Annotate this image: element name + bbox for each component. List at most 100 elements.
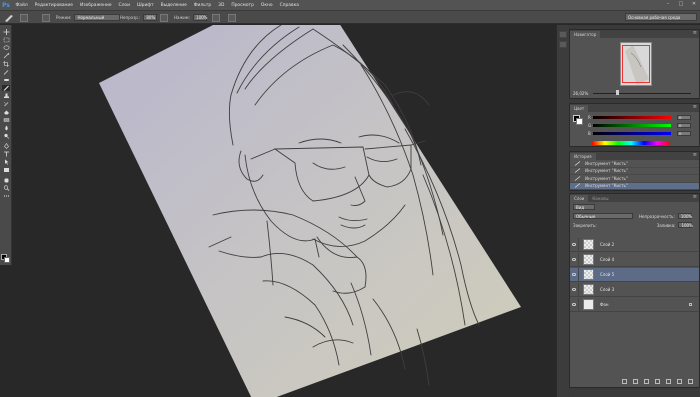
channel-g-input[interactable]: 0 bbox=[677, 123, 691, 128]
brush-tool[interactable] bbox=[2, 85, 10, 91]
airbrush-toggle[interactable] bbox=[212, 13, 220, 22]
dodge-tool[interactable] bbox=[2, 133, 10, 139]
shape-tool[interactable] bbox=[2, 167, 10, 173]
menu-item[interactable]: Окно bbox=[257, 3, 276, 8]
close-icon[interactable]: ✕ bbox=[691, 1, 697, 7]
maximize-icon[interactable]: □ bbox=[678, 1, 684, 7]
hand-tool[interactable] bbox=[2, 177, 10, 183]
pressure-opacity-toggle[interactable] bbox=[160, 13, 168, 22]
brush-preset-picker[interactable] bbox=[4, 14, 14, 22]
menu-item[interactable]: Шрифт bbox=[133, 3, 157, 8]
history-item[interactable]: Инструмент "Кисть" bbox=[570, 175, 699, 183]
eyedropper-tool[interactable] bbox=[2, 69, 10, 75]
fill-label: Заливка: bbox=[656, 222, 676, 228]
navigator-thumbnail[interactable] bbox=[620, 42, 652, 86]
opacity-input[interactable]: 80% bbox=[143, 14, 158, 21]
delete-layer-icon[interactable] bbox=[688, 379, 693, 384]
navigator-zoom-slider[interactable] bbox=[593, 93, 691, 94]
lasso-tool[interactable] bbox=[2, 45, 10, 51]
minimize-icon[interactable]: – bbox=[665, 1, 671, 7]
visibility-eye-icon[interactable] bbox=[570, 282, 579, 297]
panel-menu-icon[interactable]: ≡ bbox=[693, 105, 697, 110]
gradient-tool[interactable] bbox=[2, 117, 10, 123]
visibility-eye-icon[interactable] bbox=[570, 297, 579, 312]
tab-layers[interactable]: Слои bbox=[570, 195, 589, 202]
clone-stamp-tool[interactable] bbox=[2, 93, 10, 99]
menu-item[interactable]: 3D bbox=[215, 3, 228, 8]
flow-input[interactable]: 100% bbox=[193, 14, 207, 21]
brush-size-picker[interactable] bbox=[20, 13, 28, 22]
quick-select-tool[interactable] bbox=[2, 53, 10, 59]
workspace-select[interactable]: Основная рабочая среда bbox=[625, 13, 697, 21]
history-brush-tool[interactable] bbox=[2, 101, 10, 107]
color-channel-r: R 0 bbox=[588, 114, 700, 121]
brush-panel-toggle[interactable] bbox=[42, 13, 50, 22]
layer-kind-select[interactable]: Вид bbox=[573, 204, 595, 210]
history-item[interactable]: Инструмент "Кисть" bbox=[570, 168, 699, 175]
type-tool[interactable] bbox=[2, 151, 10, 157]
canvas-area[interactable] bbox=[13, 25, 556, 397]
more-tools[interactable] bbox=[2, 193, 10, 199]
layer-row[interactable]: Фон bbox=[570, 297, 699, 312]
pen-tool[interactable] bbox=[2, 143, 10, 149]
menu-item[interactable]: Файл bbox=[12, 3, 31, 8]
layer-row[interactable]: Слой 3 bbox=[570, 282, 699, 297]
visibility-eye-icon[interactable] bbox=[570, 267, 579, 282]
tab-color[interactable]: Цвет bbox=[570, 105, 589, 112]
panel-menu-icon[interactable]: ≡ bbox=[693, 195, 697, 200]
new-group-icon[interactable] bbox=[666, 379, 671, 384]
pressure-size-toggle[interactable] bbox=[228, 13, 236, 22]
menu-item[interactable]: Редактирование bbox=[31, 3, 76, 8]
menu-item[interactable]: Слои bbox=[115, 3, 133, 8]
background-color-swatch[interactable] bbox=[4, 257, 10, 263]
panel-menu-icon[interactable]: ≡ bbox=[693, 153, 697, 158]
crop-tool[interactable] bbox=[2, 61, 10, 67]
channel-b-input[interactable]: 0 bbox=[677, 131, 691, 136]
marquee-tool[interactable] bbox=[2, 37, 10, 43]
tab-navigator[interactable]: Навигатор bbox=[570, 31, 601, 38]
link-layers-icon[interactable] bbox=[622, 379, 627, 384]
fill-input[interactable]: 100% bbox=[678, 222, 693, 228]
history-dock-icon[interactable] bbox=[559, 31, 567, 38]
healing-tool[interactable] bbox=[2, 77, 10, 83]
menu-item[interactable]: Фильтр bbox=[190, 3, 214, 8]
color-spectrum[interactable] bbox=[592, 141, 670, 145]
menu-item[interactable]: Изображение bbox=[76, 3, 115, 8]
blend-mode-select[interactable]: Обычные bbox=[573, 213, 633, 219]
layer-row[interactable]: Слой 2 bbox=[570, 237, 699, 252]
history-item[interactable]: Инструмент "Кисть" bbox=[570, 160, 699, 168]
navigator-zoom-knob[interactable] bbox=[616, 90, 619, 95]
navigator-view-frame[interactable] bbox=[622, 45, 650, 83]
navigator-zoom[interactable]: 26,02% bbox=[573, 91, 588, 96]
panel-menu-icon[interactable]: ≡ bbox=[693, 31, 697, 36]
channel-b-slider[interactable] bbox=[593, 132, 671, 135]
eraser-tool[interactable] bbox=[2, 109, 10, 115]
layer-opacity-input[interactable]: 100% bbox=[677, 213, 692, 219]
menu-item[interactable]: Справка bbox=[276, 3, 302, 8]
mode-select[interactable]: Нормальный bbox=[74, 14, 121, 21]
history-item[interactable]: Инструмент "Кисть" bbox=[570, 182, 699, 190]
path-select-tool[interactable] bbox=[2, 159, 10, 165]
blur-tool[interactable] bbox=[2, 125, 10, 131]
layer-row[interactable]: Слой 5 bbox=[570, 267, 699, 282]
menu-item[interactable]: Выделение bbox=[157, 3, 190, 8]
channel-g-slider[interactable] bbox=[593, 124, 671, 127]
channel-r-input[interactable]: 0 bbox=[677, 115, 691, 120]
document-canvas[interactable] bbox=[13, 25, 556, 397]
tab-channels[interactable]: Каналы bbox=[588, 195, 613, 202]
properties-dock-icon[interactable] bbox=[559, 41, 567, 48]
move-tool[interactable] bbox=[2, 29, 10, 35]
zoom-tool[interactable] bbox=[2, 185, 10, 191]
new-layer-icon[interactable] bbox=[677, 379, 682, 384]
visibility-eye-icon[interactable] bbox=[570, 252, 579, 267]
add-mask-icon[interactable] bbox=[644, 379, 649, 384]
color-tabbar: Цвет ≡ bbox=[570, 104, 699, 112]
channel-r-slider[interactable] bbox=[593, 116, 671, 119]
adjustment-layer-icon[interactable] bbox=[655, 379, 660, 384]
visibility-eye-icon[interactable] bbox=[570, 237, 579, 252]
menu-item[interactable]: Просмотр bbox=[228, 3, 258, 8]
layer-style-icon[interactable] bbox=[633, 379, 638, 384]
color-background-swatch[interactable] bbox=[576, 118, 583, 125]
tab-history[interactable]: История bbox=[570, 153, 596, 160]
layer-row[interactable]: Слой 4 bbox=[570, 252, 699, 267]
